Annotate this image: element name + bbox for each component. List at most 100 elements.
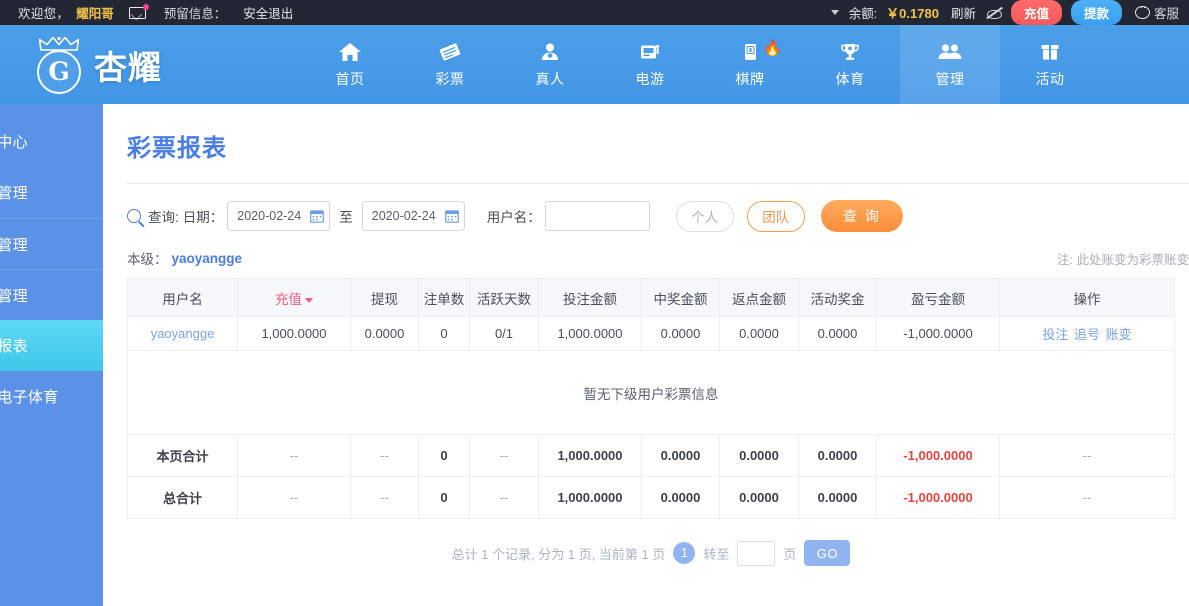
nav-label-promotions: 活动 [1035, 71, 1065, 87]
subtotal-bet-count: 0 [418, 434, 470, 477]
gift-icon [1038, 40, 1062, 64]
query-label: 查询: [148, 210, 179, 225]
action-chase-link[interactable]: 追号 [1074, 327, 1100, 342]
level-username[interactable]: yaoyangge [172, 251, 243, 266]
cell-rebate: 0.0000 [719, 316, 799, 351]
users-icon [937, 40, 963, 64]
col-recharge[interactable]: 充值 [237, 278, 351, 317]
pagination-summary: 总计 1 个记录, 分为 1 页, 当前第 1 页 [451, 546, 666, 562]
sidebar-item-agent-management[interactable]: 人管理 [0, 218, 103, 269]
total-recharge: -- [237, 476, 351, 519]
filter-bar: 查询: 日期： 至 [103, 184, 1189, 248]
subtotal-label: 本页合计 [127, 434, 238, 477]
query-button[interactable]: 查 询 [820, 200, 903, 232]
total-bet-amount: 1,000.0000 [538, 476, 642, 519]
calendar-icon[interactable] [444, 209, 459, 223]
report-note: 注: 此处账变为彩票账变 [1057, 252, 1189, 267]
page-title: 彩票报表 [127, 135, 227, 162]
nav-item-egames[interactable]: 电游 [600, 25, 700, 104]
subtotal-rebate: 0.0000 [719, 434, 799, 477]
cell-bet-amount: 1,000.0000 [538, 316, 642, 351]
page-subtotal-row: 本页合计 -- -- 0 -- 1,000.0000 0.0000 0.0000… [127, 434, 1175, 477]
pagination-page-unit: 页 [783, 546, 797, 562]
nav-item-sports[interactable]: 体育 [800, 25, 900, 104]
crown-icon [39, 36, 79, 51]
pagination-go-button[interactable]: GO [804, 540, 851, 566]
mail-icon[interactable] [128, 3, 149, 19]
col-rebate[interactable]: 返点金额 [719, 278, 799, 317]
nav-item-management[interactable]: 管理 [900, 25, 1000, 104]
table-header-row: 用户名 充值 提现 注单数 活跃天数 投注金额 中奖金额 返点金额 活动奖金 盈… [127, 278, 1175, 317]
total-win-amount: 0.0000 [641, 476, 720, 519]
sidebar-item-personal-management[interactable]: 人管理 [0, 167, 103, 218]
eye-off-icon[interactable] [986, 6, 1002, 19]
slot-machine-icon [638, 40, 662, 64]
nav-item-chess[interactable]: 🔥 棋牌 [700, 25, 800, 104]
sidebar-item-report-management[interactable]: 表管理 [0, 269, 103, 320]
scope-team-button[interactable]: 团队 [746, 200, 805, 232]
total-withdraw: -- [350, 476, 419, 519]
table-row: yaoyangge 1,000.0000 0.0000 0 0/1 1,000.… [127, 316, 1175, 351]
col-bet-count[interactable]: 注单数 [418, 278, 470, 317]
report-table-wrapper: 用户名 充值 提现 注单数 活跃天数 投注金额 中奖金额 返点金额 活动奖金 盈… [103, 278, 1189, 566]
empty-state-row: 暂无下级用户彩票信息 [127, 350, 1175, 435]
username-input[interactable] [544, 201, 650, 231]
pagination: 总计 1 个记录, 分为 1 页, 当前第 1 页 1 转至 页 GO [127, 519, 1175, 566]
col-profit[interactable]: 盈亏金额 [876, 278, 1000, 317]
nav-label-management: 管理 [935, 71, 965, 87]
page-layout: 理中心 人管理 人管理 表管理 票报表 人电子体育 彩票报表 查询: 日期： [0, 104, 1189, 606]
nav-item-live[interactable]: 真人 [500, 25, 600, 104]
grand-total-row: 总合计 -- -- 0 -- 1,000.0000 0.0000 0.0000 … [127, 476, 1175, 519]
col-recharge-label: 充值 [275, 291, 302, 307]
calendar-icon[interactable] [310, 209, 325, 223]
scope-personal-button[interactable]: 个人 [675, 200, 734, 232]
subtotal-profit: -1,000.0000 [876, 434, 1000, 477]
home-icon [338, 40, 362, 64]
sidebar-item-lottery-report[interactable]: 票报表 [0, 320, 103, 371]
total-active-days: -- [469, 476, 539, 519]
col-username[interactable]: 用户名 [127, 278, 238, 317]
mail-unread-dot [142, 3, 149, 10]
withdraw-button[interactable]: 提款 [1070, 0, 1122, 25]
chevron-down-icon[interactable] [830, 10, 839, 15]
total-rebate: 0.0000 [719, 476, 799, 519]
pagination-jump-label: 转至 [703, 546, 730, 562]
username-label: 用户名： [486, 210, 541, 225]
refresh-balance-link[interactable]: 刷新 [951, 3, 976, 22]
action-transactions-link[interactable]: 账变 [1106, 327, 1132, 342]
logo-circle: G [37, 49, 81, 94]
sidebar-label-agent-management: 人管理 [0, 236, 28, 254]
pagination-jump-input[interactable] [737, 540, 776, 566]
col-withdraw[interactable]: 提现 [350, 278, 419, 317]
action-bet-link[interactable]: 投注 [1042, 327, 1068, 342]
col-bet-amount[interactable]: 投注金额 [538, 278, 642, 317]
recharge-button[interactable]: 充值 [1010, 0, 1062, 25]
level-label: 本级： [127, 252, 168, 267]
customer-service-link[interactable]: 客服 [1134, 2, 1179, 22]
subtotal-bonus: 0.0000 [798, 434, 877, 477]
row-username-link[interactable]: yaoyangge [151, 326, 215, 341]
sidebar-label-lottery-report: 票报表 [0, 338, 28, 355]
subtotal-win-amount: 0.0000 [641, 434, 720, 477]
subtotal-active-days: -- [469, 434, 539, 477]
col-bonus[interactable]: 活动奖金 [798, 278, 877, 317]
sidebar-label-management-center: 理中心 [0, 134, 28, 151]
brand-logo[interactable]: G 杏耀 [0, 36, 300, 94]
logout-link[interactable]: 安全退出 [243, 3, 293, 22]
sidebar-item-live-egames-sports[interactable]: 人电子体育 [0, 371, 103, 422]
cell-bet-count: 0 [418, 316, 470, 351]
nav-item-promotions[interactable]: 活动 [1000, 25, 1100, 104]
col-active-days[interactable]: 活跃天数 [469, 278, 539, 317]
empty-state-text: 暂无下级用户彩票信息 [127, 350, 1175, 435]
nav-label-egames: 电游 [635, 71, 665, 87]
top-utility-bar: 欢迎您， 耀阳哥 预留信息： 安全退出 余额: ￥0.1780 刷新 充值 提款… [0, 0, 1189, 25]
pagination-current-page[interactable]: 1 [673, 542, 696, 564]
nav-item-lottery[interactable]: 彩票 [400, 25, 500, 104]
topbar-left-group: 欢迎您， 耀阳哥 预留信息： 安全退出 [18, 3, 293, 22]
logo-letter: G [48, 57, 70, 86]
sidebar-label-report-management: 表管理 [0, 287, 28, 305]
nav-item-home[interactable]: 首页 [300, 25, 400, 104]
nav-item-list: 首页 彩票 真人 电游 🔥 棋牌 体育 管理 活动 [300, 25, 1100, 104]
sidebar-item-management-center[interactable]: 理中心 [0, 116, 103, 167]
col-win-amount[interactable]: 中奖金额 [641, 278, 720, 317]
